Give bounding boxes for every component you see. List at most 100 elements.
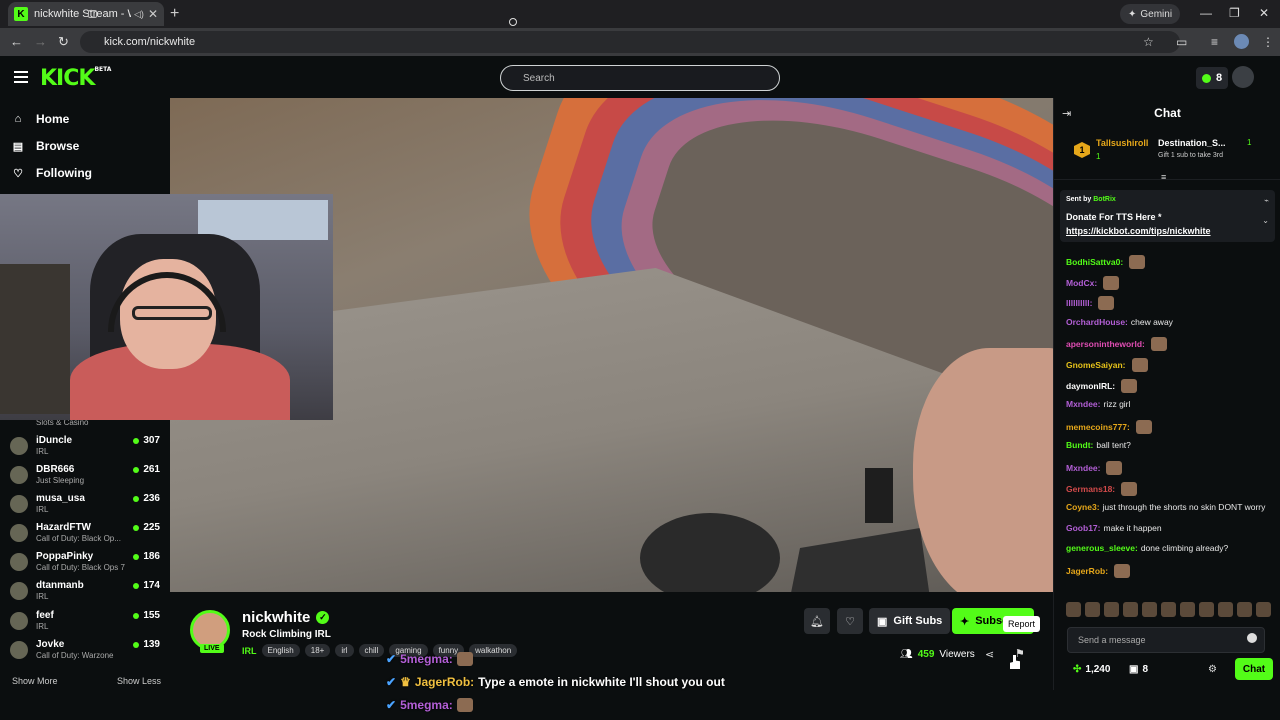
sidebar-streamer[interactable]: musa_usa IRL 236	[10, 493, 160, 521]
home-icon: ⌂	[14, 113, 22, 125]
chat-username[interactable]: GnomeSaiyan:	[1066, 360, 1126, 370]
category-link[interactable]: IRL	[242, 646, 257, 656]
emote-icon[interactable]	[1066, 602, 1081, 617]
url-field[interactable]: kick.com/nickwhite	[80, 31, 1180, 53]
chat-username[interactable]: Bundt:	[1066, 440, 1093, 450]
chat-username[interactable]: BodhiSattva0:	[1066, 257, 1123, 267]
gemini-button[interactable]: ✦ Gemini	[1120, 4, 1181, 24]
chat-username[interactable]: JagerRob:	[1066, 566, 1108, 576]
chat-username[interactable]: generous_sleeve:	[1066, 543, 1138, 553]
chat-username[interactable]: llllllllll:	[1066, 298, 1092, 308]
kick-logo[interactable]: KICKBETA	[40, 66, 111, 91]
close-window-icon[interactable]: ✕	[1259, 6, 1269, 20]
expand-pinned-icon[interactable]: ≡	[1161, 172, 1166, 182]
chat-username[interactable]: daymonIRL:	[1066, 381, 1115, 391]
emote-icon[interactable]	[1237, 602, 1252, 617]
streamer-avatar	[10, 553, 28, 571]
tag-chip[interactable]: chill	[358, 644, 385, 657]
minimize-icon[interactable]: —	[1200, 6, 1212, 20]
speaker-icon[interactable]: ◁)	[134, 9, 144, 20]
chat-username[interactable]: OrchardHouse:	[1066, 317, 1128, 327]
streamer-name: Jovke	[36, 639, 65, 650]
notification-bell-button[interactable]: 🔔︎	[804, 608, 830, 634]
browser-tab[interactable]: K nickwhite Stream - Watch L ◁) ✕	[8, 2, 164, 26]
emote-icon[interactable]	[1142, 602, 1157, 617]
sidebar-streamer[interactable]: DBR666 Just Sleeping 261	[10, 464, 160, 492]
site-info-icon[interactable]	[88, 10, 97, 18]
channel-points[interactable]: ✣ 1,240	[1073, 664, 1110, 675]
chevron-down-icon[interactable]: ⌄	[1262, 216, 1269, 225]
tag-chip[interactable]: 18+	[304, 644, 331, 657]
chat-username[interactable]: Mxndee:	[1066, 463, 1100, 473]
gear-icon[interactable]: ⚙	[1208, 664, 1217, 675]
chat-send-button[interactable]: Chat	[1235, 658, 1273, 680]
sidebar-streamer[interactable]: dtanmanb IRL 174	[10, 580, 160, 608]
show-more-link[interactable]: Show More	[12, 676, 58, 686]
leader-name[interactable]: Tallsushiroll	[1096, 138, 1148, 148]
sidebar-item-home[interactable]: ⌂ Home	[12, 112, 70, 126]
reading-list-icon[interactable]: ≡	[1211, 35, 1218, 49]
bookmark-star-icon[interactable]: ☆	[1143, 35, 1154, 49]
close-tab-icon[interactable]: ✕	[148, 7, 158, 21]
report-flag-icon[interactable]: ⚑	[1015, 647, 1025, 660]
tag-chip[interactable]: irl	[335, 644, 354, 657]
chat-username[interactable]: Mxndee:	[1066, 399, 1100, 409]
viewer-count: 139	[133, 639, 160, 650]
chat-text: just through the shorts no skin DONT wor…	[1102, 502, 1266, 513]
pinned-link[interactable]: https://kickbot.com/tips/nickwhite	[1066, 226, 1211, 236]
channel-name[interactable]: nickwhite ✓	[242, 609, 330, 626]
emote-icon[interactable]	[1161, 602, 1176, 617]
forward-icon[interactable]: →	[34, 34, 47, 49]
emote-icon[interactable]	[1180, 602, 1195, 617]
emote-icon[interactable]	[1256, 602, 1271, 617]
url-text: kick.com/nickwhite	[104, 36, 196, 48]
kicks-balance-button[interactable]: 8	[1196, 67, 1229, 89]
menu-kebab-icon[interactable]: ⋮	[1262, 35, 1274, 49]
shelf-graphic	[0, 264, 70, 414]
show-less-link[interactable]: Show Less	[117, 676, 161, 686]
sidebar-streamer[interactable]: feef IRL 155	[10, 610, 160, 638]
search-input[interactable]: Search	[500, 65, 780, 91]
viewer-count-value: 459	[917, 649, 935, 660]
sidebar-streamer[interactable]: PoppaPinky Call of Duty: Black Ops 7 186	[10, 551, 160, 579]
sidebar-streamer[interactable]: Jovke Call of Duty: Warzone 139	[10, 639, 160, 667]
unpin-icon[interactable]: ⌁	[1264, 196, 1269, 205]
emote-icon[interactable]	[1199, 602, 1214, 617]
follow-button[interactable]: ♡	[837, 608, 863, 634]
chat-username[interactable]: memecoins777:	[1066, 422, 1130, 432]
kicks-count: 8	[1216, 72, 1223, 84]
emote-icon[interactable]	[1104, 602, 1119, 617]
new-tab-icon[interactable]: +	[170, 5, 179, 23]
chat-message: Mxndee:	[1066, 461, 1123, 475]
emoji-picker-icon[interactable]	[1247, 633, 1257, 643]
chat-message-input[interactable]: Send a message	[1067, 627, 1265, 653]
chat-username[interactable]: Germans18:	[1066, 484, 1115, 494]
leader-name[interactable]: Destination_S...	[1158, 138, 1226, 148]
user-avatar[interactable]	[1232, 66, 1254, 88]
tag-chip[interactable]: walkathon	[469, 644, 518, 657]
sidebar-item-browse[interactable]: ▤ Browse	[12, 139, 80, 153]
profile-avatar[interactable]	[1234, 34, 1249, 49]
chat-username[interactable]: Goob17:	[1066, 523, 1100, 533]
chat-message: generous_sleeve: done climbing already?	[1066, 543, 1228, 553]
cast-icon[interactable]: ▭	[1176, 35, 1187, 49]
reload-icon[interactable]: ↻	[58, 34, 69, 50]
sidebar-item-following[interactable]: ♡ Following	[12, 166, 92, 180]
hamburger-menu-icon[interactable]	[14, 71, 28, 83]
gift-count[interactable]: ▣ 8	[1129, 664, 1148, 675]
chat-message: JagerRob:	[1066, 564, 1131, 578]
share-icon[interactable]: ⋖	[985, 648, 994, 661]
chat-username[interactable]: Coyne3:	[1066, 502, 1100, 512]
sidebar-streamer[interactable]: HazardFTW Call of Duty: Black Op... 225	[10, 522, 160, 550]
back-icon[interactable]: ←	[10, 34, 23, 49]
chat-username[interactable]: apersonintheworld:	[1066, 339, 1145, 349]
sidebar-streamer[interactable]: iDuncle IRL 307	[10, 435, 160, 463]
live-dot-icon	[133, 466, 140, 473]
gift-subs-button[interactable]: ▣ Gift Subs	[869, 608, 951, 634]
maximize-icon[interactable]: ❐	[1229, 6, 1240, 20]
chat-username[interactable]: ModCx:	[1066, 278, 1097, 288]
emote-icon[interactable]	[1085, 602, 1100, 617]
tag-chip[interactable]: English	[261, 644, 300, 657]
emote-icon[interactable]	[1218, 602, 1233, 617]
emote-icon[interactable]	[1123, 602, 1138, 617]
